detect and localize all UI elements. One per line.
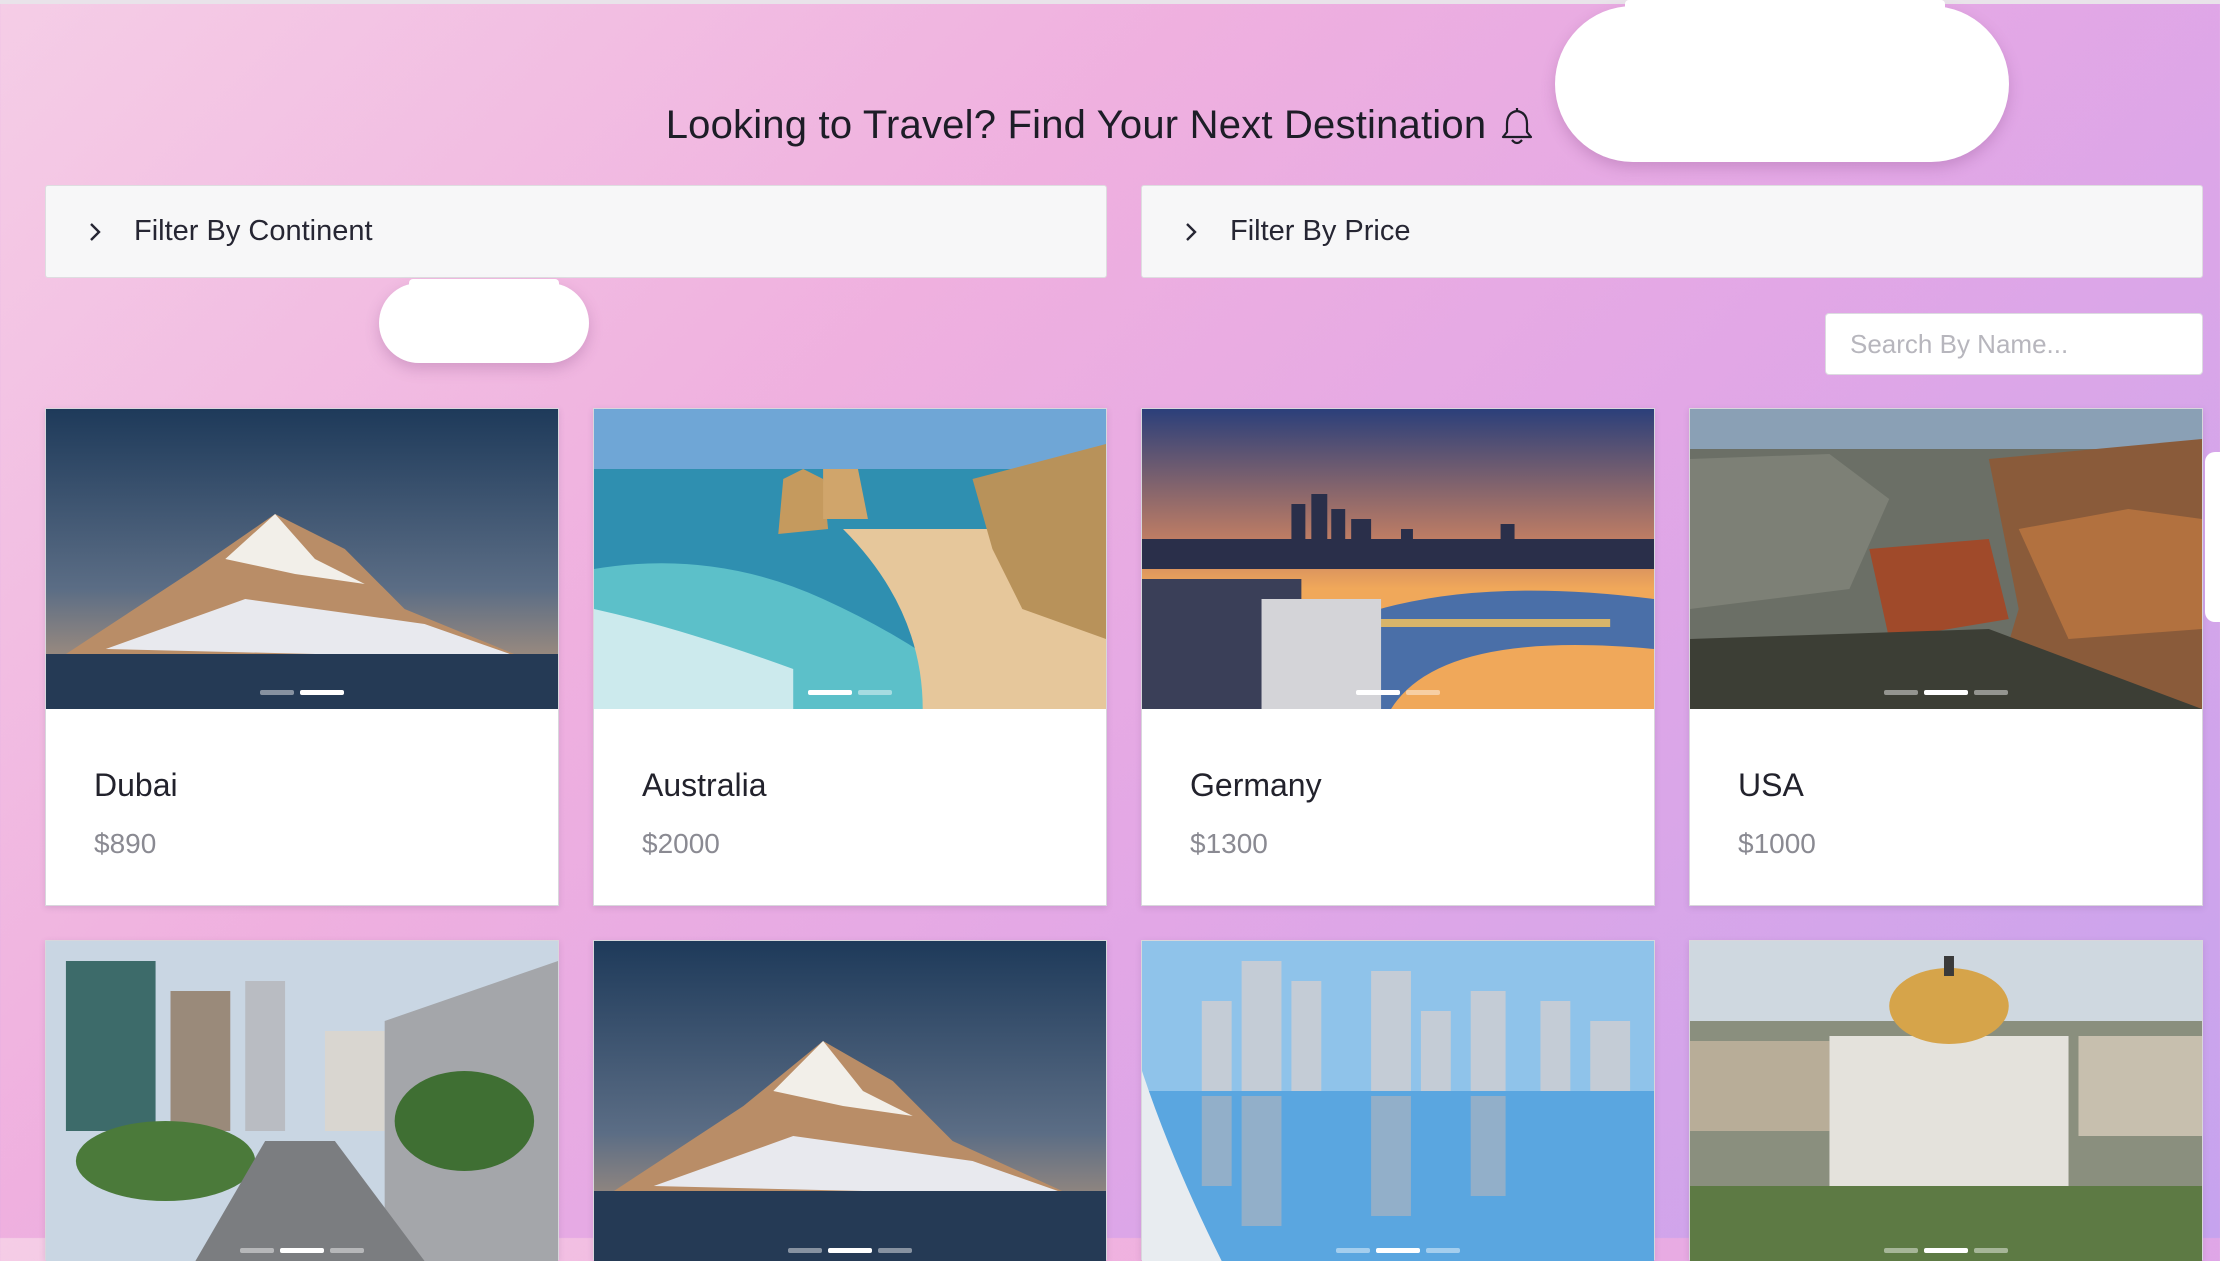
destination-card[interactable] <box>1141 940 1655 1261</box>
decorative-cloud <box>379 279 589 363</box>
destination-image <box>1142 409 1654 709</box>
filter-continent-label: Filter By Continent <box>134 215 373 247</box>
filter-price-label: Filter By Price <box>1230 215 1411 247</box>
destination-name: USA <box>1738 767 1804 803</box>
scroll-handle[interactable] <box>2205 452 2220 622</box>
destination-name: Dubai <box>94 767 178 803</box>
decorative-cloud <box>1555 0 2009 162</box>
destination-name: Australia <box>642 767 767 803</box>
carousel-indicator[interactable] <box>1142 690 1654 695</box>
destination-card[interactable]: Dubai $890 <box>45 408 559 906</box>
destination-card[interactable] <box>1689 940 2203 1261</box>
destination-image <box>46 941 558 1261</box>
destination-card[interactable] <box>45 940 559 1261</box>
chevron-right-icon <box>1186 222 1197 241</box>
carousel-indicator[interactable] <box>1142 1248 1654 1253</box>
carousel-indicator[interactable] <box>594 690 1106 695</box>
destination-price: $890 <box>94 828 157 859</box>
destination-name: Germany <box>1190 767 1322 803</box>
destination-price: $1300 <box>1190 828 1268 859</box>
search-box[interactable] <box>1825 313 2203 375</box>
carousel-indicator[interactable] <box>1690 1248 2202 1253</box>
destination-image <box>1142 941 1654 1261</box>
filter-by-continent[interactable]: Filter By Continent <box>45 185 1107 278</box>
search-input[interactable] <box>1848 327 2187 361</box>
page-title: Looking to Travel? Find Your Next Destin… <box>665 103 1487 147</box>
carousel-indicator[interactable] <box>46 690 558 695</box>
destination-card[interactable]: Germany $1300 <box>1141 408 1655 906</box>
carousel-indicator[interactable] <box>1690 690 2202 695</box>
destination-image <box>1690 941 2202 1261</box>
carousel-indicator[interactable] <box>594 1248 1106 1253</box>
bell-icon <box>1502 107 1533 144</box>
destination-card[interactable]: Australia $2000 <box>593 408 1107 906</box>
carousel-indicator[interactable] <box>46 1248 558 1253</box>
destination-image <box>594 941 1106 1261</box>
destination-card[interactable] <box>593 940 1107 1261</box>
destination-price: $1000 <box>1738 828 1816 859</box>
destination-image <box>46 409 558 709</box>
destination-image <box>594 409 1106 709</box>
destination-card[interactable]: USA $1000 <box>1689 408 2203 906</box>
filter-by-price[interactable]: Filter By Price <box>1141 185 2203 278</box>
chevron-right-icon <box>90 222 101 241</box>
destination-image <box>1690 409 2202 709</box>
destination-price: $2000 <box>642 828 720 859</box>
